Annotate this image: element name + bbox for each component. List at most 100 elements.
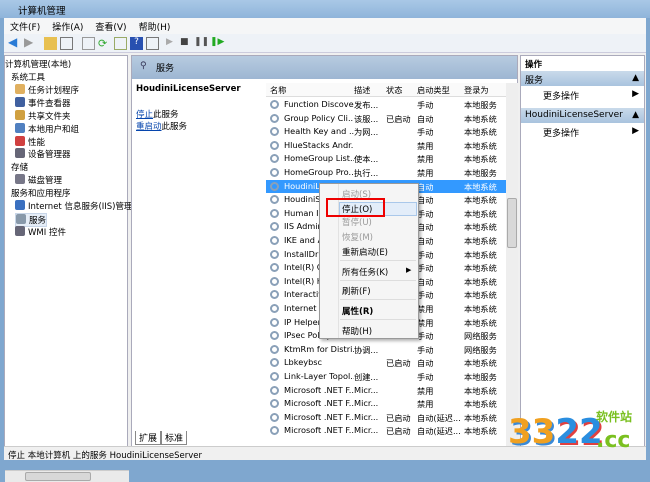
- window: 文件(F) 操作(A) 查看(V) 帮助(H) ◀ ▶ ⟳ ? ▶ ■ ❚❚ ❚▶ 计…: [4, 18, 646, 482]
- menu-file[interactable]: 文件(F): [4, 18, 46, 33]
- actions-section-service[interactable]: HoudiniLicenseServer ▲: [521, 108, 644, 123]
- window-title: 计算机管理: [18, 6, 66, 17]
- context-menu-item[interactable]: 所有任务(K): [342, 266, 388, 278]
- stop-icon[interactable]: ■: [180, 37, 193, 50]
- column-logon[interactable]: 登录为: [464, 84, 506, 96]
- more-actions-services[interactable]: 更多操作: [543, 89, 579, 102]
- tree-item[interactable]: WMI 控件: [15, 225, 66, 238]
- table-row[interactable]: Lbkeybsc 已启动 自动 本地系统: [266, 356, 506, 369]
- tree-item[interactable]: 磁盘管理: [15, 174, 62, 186]
- service-gear-icon: [270, 222, 279, 232]
- column-name[interactable]: 名称: [270, 84, 340, 96]
- tree-item[interactable]: 共享文件夹: [15, 109, 71, 122]
- service-gear-icon: [270, 168, 279, 177]
- context-menu-item[interactable]: 暂停(U): [342, 216, 372, 228]
- forward-icon[interactable]: ▶: [24, 35, 37, 49]
- table-row[interactable]: Microsoft .NET F... Micr... 禁用 本地系统: [266, 384, 506, 397]
- column-status[interactable]: 状态: [386, 84, 416, 96]
- help-icon[interactable]: ?: [130, 37, 143, 50]
- column-startup[interactable]: 启动类型: [417, 84, 462, 96]
- cell: 本地服务: [464, 372, 497, 382]
- restart-service-link[interactable]: 重启动: [136, 122, 162, 132]
- service-name: HoudiniLicenseServer: [136, 84, 241, 94]
- table-row[interactable]: HomeGroup Pro... 执行... 禁用 本地服务: [266, 166, 506, 179]
- tree-item[interactable]: 存储: [11, 161, 28, 173]
- up-folder-icon[interactable]: [44, 37, 57, 50]
- table-row[interactable]: HomeGroup List... 使本... 禁用 本地系统: [266, 152, 506, 165]
- tab-extended[interactable]: 扩展: [135, 431, 162, 445]
- cell: Lbkeybsc: [284, 357, 323, 368]
- table-row[interactable]: Function Discove... 发布... 手动 本地服务: [266, 98, 506, 111]
- actions-section-services[interactable]: 服务 ▲: [521, 71, 644, 86]
- tree-item[interactable]: Internet 信息服务(IIS)管理器: [15, 200, 141, 212]
- table-row[interactable]: Microsoft .NET F... Micr... 禁用 本地系统: [266, 397, 506, 410]
- table-row[interactable]: KtmRm for Distri... 协调... 手动 网络服务: [266, 343, 506, 356]
- cell: 本地系统: [464, 358, 497, 369]
- cell: 自动: [417, 236, 434, 246]
- cell: 自动: [417, 222, 434, 233]
- table-row[interactable]: HlueStacks Andr... 禁用 本地系统: [266, 139, 506, 152]
- refresh-icon[interactable]: ⟳: [98, 37, 111, 50]
- menu-view[interactable]: 查看(V): [89, 18, 132, 33]
- context-menu-item[interactable]: 帮助(H): [342, 325, 372, 337]
- collapse-icon[interactable]: ▲: [632, 110, 639, 120]
- cell: Link-Layer Topol...: [284, 371, 354, 381]
- cell: Microsoft .NET F...: [284, 398, 354, 409]
- tree-item[interactable]: 事件查看器: [15, 96, 71, 109]
- cell: 本地服务: [464, 100, 497, 110]
- cell: 本地系统: [464, 290, 497, 301]
- list-vertical-scrollbar[interactable]: [506, 83, 518, 449]
- pane-title: 服务: [156, 64, 175, 74]
- tree-item[interactable]: 设备管理器: [15, 148, 71, 160]
- cell: 自动: [417, 358, 434, 369]
- menu-help[interactable]: 帮助(H): [133, 18, 177, 33]
- cell: 自动(延迟...: [417, 412, 461, 423]
- service-gear-icon: [270, 195, 279, 205]
- cell: 本地系统: [464, 113, 497, 124]
- context-menu-item[interactable]: 重新启动(E): [342, 246, 388, 258]
- column-desc[interactable]: 描述: [354, 84, 384, 96]
- cell: Function Discove...: [284, 99, 354, 109]
- export-list-icon[interactable]: [114, 37, 127, 50]
- cell: 手动: [417, 290, 434, 301]
- service-gear-icon: [270, 358, 279, 368]
- start-icon[interactable]: ▶: [166, 37, 179, 50]
- section-header: 服务: [525, 76, 544, 86]
- tree-item[interactable]: 性能: [15, 135, 45, 148]
- tree-horizontal-scrollbar[interactable]: [5, 470, 129, 482]
- tree-item-icon: [15, 135, 25, 146]
- show-hide-tree-icon[interactable]: [60, 37, 73, 50]
- menu-action[interactable]: 操作(A): [46, 18, 89, 33]
- action-pane-icon[interactable]: [146, 37, 159, 50]
- tree-item[interactable]: 任务计划程序: [15, 83, 79, 96]
- search-icon: ⚲: [140, 61, 147, 71]
- context-menu: 启动(S) 停止(O) 暂停(U) 恢复(M) 重新启动(E) 所有任务(K) ▶ 刷新(F)…: [319, 183, 419, 339]
- export-icon[interactable]: [82, 37, 95, 50]
- table-row[interactable]: Microsoft .NET F... Micr... 已启动 自动(延迟... 本地系…: [266, 411, 506, 424]
- context-menu-item[interactable]: 恢复(M): [342, 231, 373, 243]
- service-gear-icon: [270, 140, 279, 150]
- tree-item[interactable]: 服务和应用程序: [11, 187, 71, 199]
- more-actions-service[interactable]: 更多操作: [543, 126, 579, 139]
- tree-item-icon: [15, 96, 25, 107]
- context-menu-item[interactable]: 刷新(F): [342, 285, 371, 297]
- tree-root[interactable]: 计算机管理(本地): [5, 58, 71, 70]
- table-row[interactable]: Group Policy Cli... 该服... 已启动 自动 本地系统: [266, 112, 506, 125]
- tree-item[interactable]: 服务: [15, 212, 48, 227]
- service-gear-icon: [270, 154, 279, 164]
- restart-icon[interactable]: ❚▶: [210, 37, 224, 50]
- table-row[interactable]: Link-Layer Topol... 创建... 手动 本地服务: [266, 370, 506, 383]
- collapse-icon[interactable]: ▲: [632, 73, 639, 83]
- tab-standard[interactable]: 标准: [161, 431, 188, 445]
- tree-item[interactable]: 本地用户和组: [15, 122, 79, 135]
- context-menu-item[interactable]: 属性(R): [342, 305, 373, 317]
- tree-item[interactable]: 系统工具: [11, 71, 45, 83]
- table-row[interactable]: Health Key and ... 为网... 手动 本地系统: [266, 125, 506, 138]
- view-tabs: 扩展 标准: [131, 431, 518, 445]
- back-icon[interactable]: ◀: [8, 35, 21, 49]
- restart-suffix: 此服务: [161, 122, 188, 132]
- pause-icon[interactable]: ❚❚: [194, 37, 209, 50]
- stop-service-link[interactable]: 停止: [136, 110, 153, 120]
- actions-title: 操作: [525, 60, 543, 70]
- cell: 本地系统: [464, 181, 497, 192]
